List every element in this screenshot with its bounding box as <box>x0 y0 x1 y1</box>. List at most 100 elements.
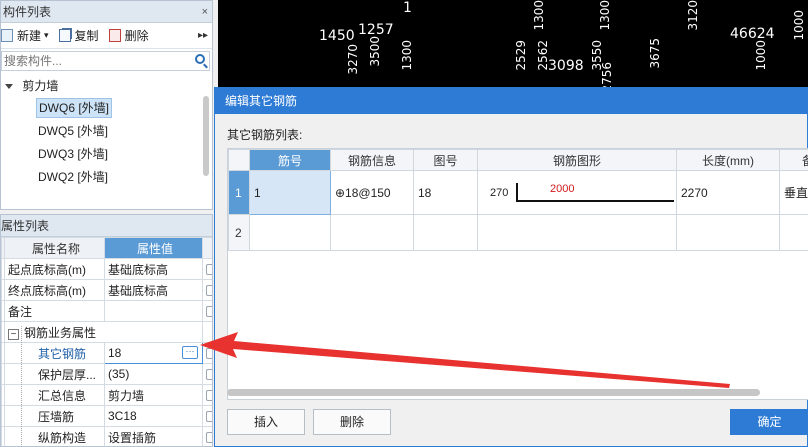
chevron-down-icon[interactable] <box>5 84 13 90</box>
property-row-other-rebar[interactable]: 其它钢筋 18 ··· <box>1 342 212 364</box>
bar-info-header[interactable]: 钢筋信息 <box>330 149 414 171</box>
property-group: − 钢筋业务属性 <box>4 321 203 343</box>
insert-button[interactable]: 插入 <box>227 409 305 435</box>
component-panel-title: 构件列表 <box>3 5 52 19</box>
property-name: 起点底标高(m) <box>4 258 105 280</box>
cad-label: 1300 <box>400 40 414 71</box>
property-value[interactable]: 基础底标高 <box>104 279 203 301</box>
attach-checkbox[interactable] <box>206 306 212 318</box>
property-row[interactable]: 保护层厚... (35) <box>1 363 212 385</box>
property-group-row[interactable]: − 钢筋业务属性 <box>1 321 212 343</box>
new-button[interactable]: 新建 ▾ <box>1 27 49 44</box>
length-cell[interactable]: 2270 <box>676 170 780 215</box>
attach-checkbox[interactable] <box>206 411 212 423</box>
property-value[interactable]: 剪力墙 <box>104 384 203 406</box>
property-row[interactable]: 备注 <box>1 300 212 322</box>
component-list-panel: 构件列表 × 新建 ▾ 复制 删除 ▸▸ 剪力墙 DWQ6 [外墙] DWQ5 … <box>0 0 213 210</box>
row-number-header <box>228 149 250 171</box>
horizontal-scrollbar[interactable] <box>227 389 760 396</box>
attach-cell <box>202 363 212 385</box>
property-list-panel: 属性列表 属性名称 属性值 附 起点底标高(m) 基础底标高 终点底标高(m) … <box>0 214 213 447</box>
shape-left-length: 270 <box>490 187 509 199</box>
search-box <box>1 51 210 71</box>
copy-button[interactable]: 复制 <box>58 27 99 44</box>
property-value[interactable] <box>104 300 203 322</box>
attach-cell <box>202 258 212 280</box>
rebar-row[interactable]: 1 1 ⊕18@150 18 270 2000 2270 垂直方向 <box>228 170 808 215</box>
figure-no-cell[interactable]: 18 <box>413 170 478 215</box>
bar-no-header[interactable]: 筋号 <box>249 149 331 171</box>
shape-horizontal-segment <box>516 200 674 202</box>
attach-checkbox[interactable] <box>206 348 212 360</box>
bar-info-cell[interactable] <box>330 214 414 251</box>
remark-header[interactable]: 备注 <box>779 149 808 171</box>
property-row[interactable]: 终点底标高(m) 基础底标高 <box>1 279 212 301</box>
ok-button[interactable]: 确定 <box>730 409 808 435</box>
rebar-header-row: 筋号 钢筋信息 图号 钢筋图形 长度(mm) 备注 <box>228 149 808 171</box>
property-group-label: 钢筋业务属性 <box>24 325 97 340</box>
row-number[interactable]: 1 <box>228 170 250 215</box>
ellipsis-button[interactable]: ··· <box>182 346 198 359</box>
property-row[interactable]: 压墙筋 3C18 <box>1 405 212 427</box>
remark-cell[interactable]: 垂直方向 <box>779 170 808 215</box>
length-header[interactable]: 长度(mm) <box>676 149 780 171</box>
close-icon[interactable]: × <box>202 1 208 23</box>
scrollbar[interactable] <box>203 96 209 176</box>
panel-title: 构件列表 × <box>1 1 212 23</box>
cad-label: 1450 <box>319 28 355 44</box>
tree-item-dwq6[interactable]: DWQ6 [外墙] <box>1 97 212 120</box>
cad-label: 2756 <box>600 62 614 90</box>
property-value[interactable]: 18 <box>108 346 121 360</box>
attach-cell <box>202 300 212 322</box>
property-header-row: 属性名称 属性值 附 <box>1 237 212 259</box>
attach-checkbox[interactable] <box>206 432 212 444</box>
delete-button[interactable]: 删除 <box>108 27 149 44</box>
search-input[interactable] <box>2 52 182 70</box>
chevron-down-icon: ▾ <box>44 30 49 40</box>
tree-item-dwq2[interactable]: DWQ2 [外墙] <box>1 166 212 189</box>
property-row[interactable]: 纵筋构造 设置插筋 <box>1 426 212 446</box>
figure-no-cell[interactable] <box>413 214 478 251</box>
property-value[interactable]: 3C18 <box>104 405 203 427</box>
shape-vertical-segment <box>516 183 518 201</box>
tree-root-shear-wall[interactable]: 剪力墙 <box>1 75 212 97</box>
property-value[interactable]: (35) <box>104 363 203 385</box>
length-cell[interactable] <box>676 214 780 251</box>
figure-no-header[interactable]: 图号 <box>413 149 478 171</box>
remark-cell[interactable] <box>779 214 808 251</box>
attach-checkbox[interactable] <box>206 264 212 276</box>
bar-no-cell[interactable]: 1 <box>249 170 331 215</box>
property-value[interactable]: 基础底标高 <box>104 258 203 280</box>
bar-shape-cell[interactable]: 270 2000 <box>477 170 677 215</box>
property-value-editor[interactable]: 18 ··· <box>104 342 203 364</box>
more-icon[interactable]: ▸▸ <box>198 30 208 41</box>
bar-no-cell[interactable] <box>249 214 331 251</box>
bar-shape-header[interactable]: 钢筋图形 <box>477 149 677 171</box>
property-row[interactable]: 起点底标高(m) 基础底标高 <box>1 258 212 280</box>
bar-shape-cell[interactable] <box>477 214 677 251</box>
attach-checkbox[interactable] <box>206 285 212 297</box>
row-number[interactable]: 2 <box>228 214 250 251</box>
dialog-title[interactable]: 编辑其它钢筋 <box>215 88 807 114</box>
property-table: 属性名称 属性值 附 起点底标高(m) 基础底标高 终点底标高(m) 基础底标高… <box>1 237 212 446</box>
property-value[interactable]: 设置插筋 <box>104 426 203 446</box>
tree-item-dwq3[interactable]: DWQ3 [外墙] <box>1 143 212 166</box>
attach-checkbox[interactable] <box>206 390 212 402</box>
cad-label: 3500 <box>368 36 382 67</box>
cad-canvas[interactable]: 1450 1257 1 3270 3500 1300 1300 2529 256… <box>218 0 808 90</box>
attach-checkbox[interactable] <box>206 369 212 381</box>
delete-row-button[interactable]: 删除 <box>313 409 391 435</box>
attach-cell <box>202 342 212 364</box>
collapse-icon[interactable]: − <box>8 328 19 340</box>
property-row[interactable]: 汇总信息 剪力墙 <box>1 384 212 406</box>
bar-info-cell[interactable]: ⊕18@150 <box>330 170 414 215</box>
tree-item-dwq5[interactable]: DWQ5 [外墙] <box>1 120 212 143</box>
copy-icon <box>58 29 71 42</box>
property-name: 汇总信息 <box>4 384 105 406</box>
search-icon[interactable] <box>195 54 205 64</box>
edit-other-rebar-dialog: 编辑其它钢筋 其它钢筋列表: 筋号 钢筋信息 图号 钢筋图形 长度(mm) 备注… <box>214 87 808 447</box>
rebar-row[interactable]: 2 <box>228 214 808 251</box>
attach-cell <box>202 426 212 446</box>
attach-cell <box>202 321 212 343</box>
new-icon <box>1 29 13 42</box>
